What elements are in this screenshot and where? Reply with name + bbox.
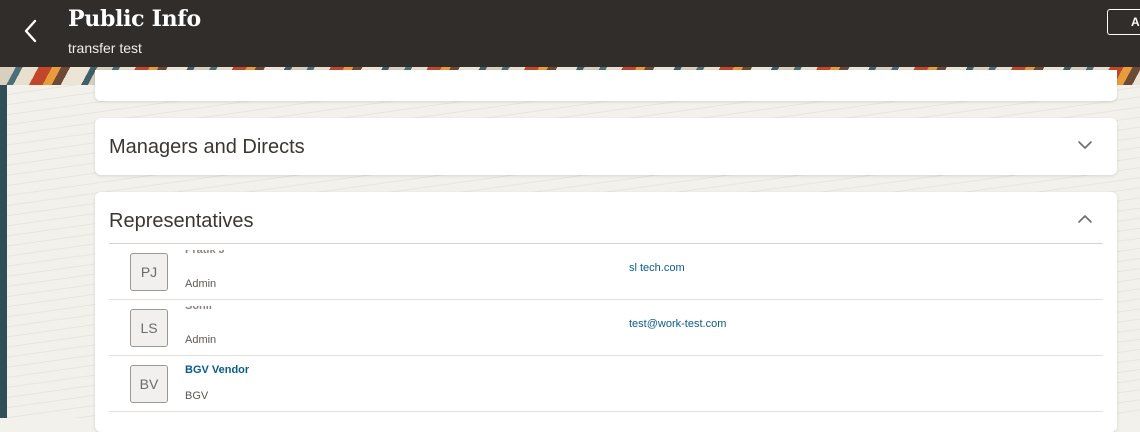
chevron-up-icon[interactable] (1075, 209, 1095, 229)
managers-section-title: Managers and Directs (109, 136, 305, 158)
avatar: LS (130, 309, 168, 347)
back-button[interactable] (14, 14, 48, 48)
previous-section-card (95, 70, 1117, 101)
avatar: BV (130, 365, 168, 403)
page-title: Public Info (68, 6, 201, 32)
avatar: PJ (130, 253, 168, 291)
header-action-button[interactable]: Ac (1107, 9, 1140, 35)
representative-role: Admin (185, 334, 217, 346)
representative-email[interactable]: sl tech.com (629, 262, 685, 274)
chevron-down-icon[interactable] (1075, 135, 1095, 155)
representative-name[interactable]: Sonil (185, 306, 212, 312)
representative-name[interactable]: BGV Vendor (185, 364, 249, 376)
representatives-section-title: Representatives (109, 210, 254, 232)
representative-name[interactable]: Pratik J (185, 250, 225, 256)
representative-row[interactable]: BV BGV Vendor BGV (109, 356, 1103, 412)
page-header: Public Info transfer test Ac (0, 0, 1140, 67)
representatives-section: Representatives PJ Pratik J Admin sl tec… (95, 192, 1117, 432)
representative-role: BGV (185, 390, 209, 402)
chevron-left-icon (24, 19, 37, 43)
left-edge-strip (0, 67, 7, 418)
page-subtitle: transfer test (68, 40, 142, 56)
representative-email[interactable]: test@work-test.com (629, 318, 726, 330)
representative-row[interactable]: PJ Pratik J Admin sl tech.com (109, 244, 1103, 300)
representative-row[interactable]: LS Sonil Admin test@work-test.com (109, 300, 1103, 356)
managers-section[interactable]: Managers and Directs (95, 118, 1117, 175)
representative-role: Admin (185, 278, 217, 290)
